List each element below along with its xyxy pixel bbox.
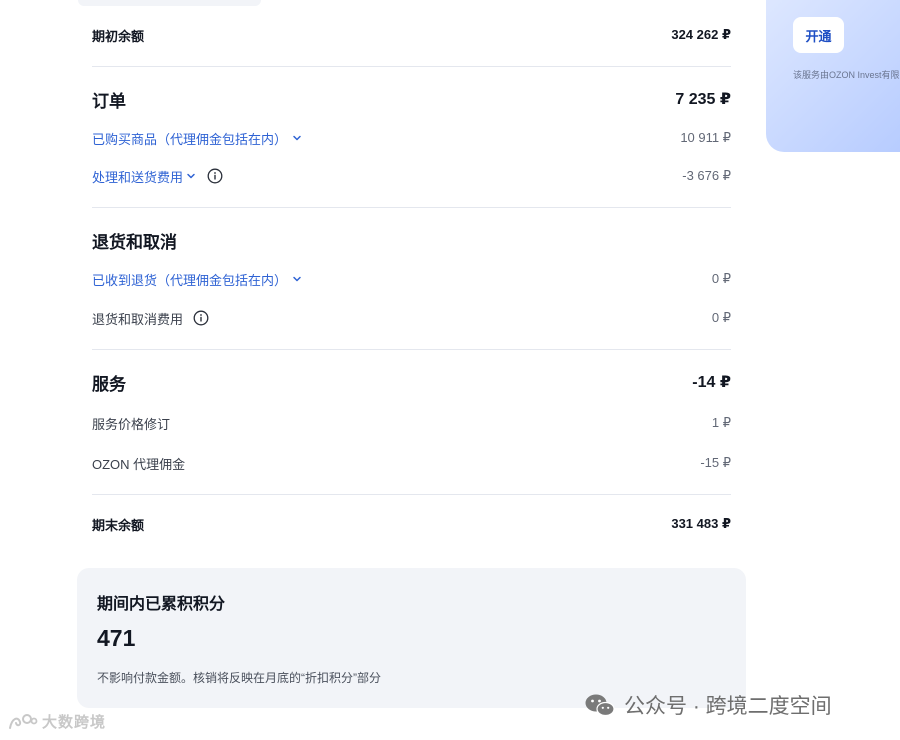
wechat-icon [585, 694, 615, 717]
return-fees-row: 退货和取消费用 0 ₽ [92, 307, 731, 329]
orders-heading-row: 订单 7 235 ₽ [92, 86, 731, 112]
divider [92, 207, 731, 208]
promo-note: 该服务由OZON Invest有限 [793, 70, 900, 80]
processing-fees-row: 处理和送货费用 -3 676 ₽ [92, 165, 731, 187]
activate-button[interactable]: 开通 [793, 17, 844, 53]
chevron-down-icon [293, 135, 301, 141]
promo-panel: 开通 该服务由OZON Invest有限 [766, 0, 900, 152]
opening-balance-label: 期初余额 [92, 28, 145, 44]
info-icon[interactable] [193, 310, 209, 326]
info-icon[interactable] [207, 168, 223, 184]
return-fees-label: 退货和取消费用 [92, 311, 184, 327]
points-value: 471 [97, 625, 136, 651]
processing-fees-label: 处理和送货费用 [92, 169, 184, 185]
purchased-goods-row: 已购买商品（代理佣金包括在内） 10 911 ₽ [92, 127, 731, 149]
price-revision-label: 服务价格修订 [92, 416, 171, 432]
divider [92, 349, 731, 350]
received-returns-toggle[interactable]: 已收到退货（代理佣金包括在内） [92, 270, 303, 289]
purchased-goods-toggle[interactable]: 已购买商品（代理佣金包括在内） [92, 129, 303, 148]
received-returns-label: 已收到退货（代理佣金包括在内） [92, 272, 288, 288]
opening-balance-row: 期初余额 324 262 ₽ [92, 24, 731, 46]
returns-title: 退货和取消 [92, 232, 177, 252]
points-title: 期间内已累积积分 [97, 596, 226, 613]
closing-balance-row: 期末余额 331 483 ₽ [92, 513, 731, 535]
logo-icon [9, 713, 38, 729]
price-revision-amount: 1 ₽ [711, 415, 731, 430]
watermark-left: 大数跨境 [8, 711, 106, 732]
agent-commission-row: OZON 代理佣金 -15 ₽ [92, 452, 731, 474]
purchased-goods-label: 已购买商品（代理佣金包括在内） [92, 131, 288, 147]
chevron-down-icon [293, 276, 301, 282]
points-note: 不影响付款金额。核销将反映在月底的“折扣积分”部分 [97, 671, 381, 685]
opening-balance-amount: 324 262 ₽ [671, 27, 731, 42]
watermark-right: 公众号 · 跨境二度空间 [584, 690, 832, 720]
purchased-goods-amount: 10 911 ₽ [680, 130, 731, 145]
processing-fees-toggle[interactable]: 处理和送货费用 [92, 167, 197, 186]
divider [92, 494, 731, 495]
orders-title: 订单 [92, 91, 126, 111]
services-heading-row: 服务 -14 ₽ [92, 369, 731, 395]
points-card: 期间内已累积积分 471 不影响付款金额。核销将反映在月底的“折扣积分”部分 [77, 568, 746, 708]
services-total: -14 ₽ [692, 374, 731, 391]
orders-total: 7 235 ₽ [675, 91, 731, 108]
agent-commission-amount: -15 ₽ [700, 455, 731, 470]
watermark-left-text: 大数跨境 [42, 714, 107, 731]
services-title: 服务 [92, 374, 126, 394]
closing-balance-label: 期末余额 [92, 517, 145, 533]
returns-heading-row: 退货和取消 [92, 227, 731, 253]
received-returns-amount: 0 ₽ [711, 271, 731, 286]
received-returns-row: 已收到退货（代理佣金包括在内） 0 ₽ [92, 268, 731, 290]
top-card-edge [78, 0, 261, 6]
processing-fees-amount: -3 676 ₽ [682, 168, 731, 183]
chevron-down-icon [187, 173, 195, 179]
divider [92, 66, 731, 67]
closing-balance-amount: 331 483 ₽ [671, 516, 731, 531]
price-revision-row: 服务价格修订 1 ₽ [92, 412, 731, 434]
agent-commission-label: OZON 代理佣金 [92, 456, 186, 472]
watermark-right-text: 公众号 · 跨境二度空间 [624, 695, 832, 718]
return-fees-amount: 0 ₽ [711, 310, 731, 325]
